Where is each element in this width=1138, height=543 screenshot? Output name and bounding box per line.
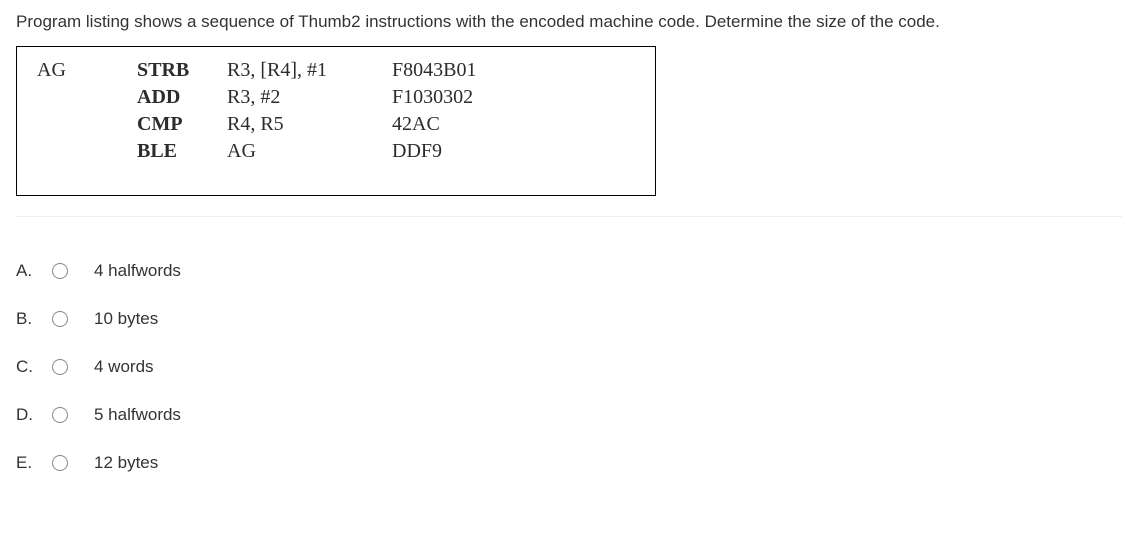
option-a[interactable]: A. 4 halfwords [16,247,1122,295]
radio-icon[interactable] [52,359,68,375]
option-text: 10 bytes [94,309,158,329]
code-mnemonic: STRB [137,57,227,84]
option-letter: A. [16,261,46,281]
option-c[interactable]: C. 4 words [16,343,1122,391]
option-letter: D. [16,405,46,425]
radio-icon[interactable] [52,455,68,471]
code-operands: R3, [R4], #1 [227,57,392,84]
code-label [37,111,137,138]
code-label [37,138,137,165]
code-row: ADD R3, #2 F1030302 [37,84,635,111]
code-label [37,84,137,111]
code-encoding: DDF9 [392,138,635,165]
code-mnemonic: BLE [137,138,227,165]
option-letter: E. [16,453,46,473]
option-d[interactable]: D. 5 halfwords [16,391,1122,439]
option-text: 5 halfwords [94,405,181,425]
code-mnemonic: CMP [137,111,227,138]
divider [16,216,1122,217]
radio-icon[interactable] [52,263,68,279]
code-operands: R4, R5 [227,111,392,138]
code-row: BLE AG DDF9 [37,138,635,165]
option-text: 4 words [94,357,154,377]
code-operands: R3, #2 [227,84,392,111]
option-b[interactable]: B. 10 bytes [16,295,1122,343]
code-encoding: F8043B01 [392,57,635,84]
radio-icon[interactable] [52,311,68,327]
options-list: A. 4 halfwords B. 10 bytes C. 4 words D.… [16,247,1122,487]
option-text: 4 halfwords [94,261,181,281]
option-letter: B. [16,309,46,329]
code-mnemonic: ADD [137,84,227,111]
code-label: AG [37,57,137,84]
code-operands: AG [227,138,392,165]
code-row: CMP R4, R5 42AC [37,111,635,138]
code-listing-box: AG STRB R3, [R4], #1 F8043B01 ADD R3, #2… [16,46,656,196]
option-e[interactable]: E. 12 bytes [16,439,1122,487]
question-text: Program listing shows a sequence of Thum… [16,12,1122,32]
code-encoding: 42AC [392,111,635,138]
code-row: AG STRB R3, [R4], #1 F8043B01 [37,57,635,84]
option-letter: C. [16,357,46,377]
option-text: 12 bytes [94,453,158,473]
code-encoding: F1030302 [392,84,635,111]
radio-icon[interactable] [52,407,68,423]
